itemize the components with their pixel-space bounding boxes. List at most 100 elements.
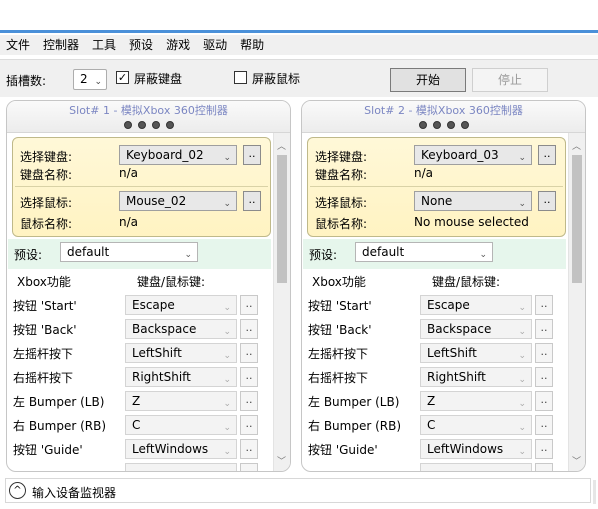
chevron-down-icon: ⌄	[518, 303, 526, 313]
mapping-function-label: 右 Bumper (RB)	[308, 419, 402, 433]
mapping-key-select[interactable]: RightShift ⌄	[420, 367, 532, 387]
menu-file[interactable]: 文件	[6, 35, 30, 55]
slot-panel-2: Slot# 2 - 模拟Xbox 360控制器 选择键盘: Keyboard_03 ⌄…	[301, 100, 586, 472]
menu-presets[interactable]: 预设	[129, 35, 153, 55]
mapping-key-select[interactable]: C ⌄	[125, 415, 237, 435]
mapping-function-label: 左摇杆按下	[13, 347, 74, 361]
mouse-name-label: 鼠标名称:	[315, 217, 368, 231]
scrollbar-thumb[interactable]	[572, 155, 582, 283]
mapping-key-select[interactable]: Z ⌄	[420, 391, 532, 411]
mapping-browse-button[interactable]: ..	[535, 367, 553, 387]
start-button[interactable]: 开始	[390, 68, 466, 92]
mapping-browse-button[interactable]: ..	[535, 439, 553, 459]
mapping-key-select[interactable]: Backspace ⌄	[125, 319, 237, 339]
block-keyboard-checkbox[interactable]: ✓	[116, 71, 129, 84]
mapping-key-select[interactable]: LeftWindows ⌄	[125, 439, 237, 459]
mapping-key-select[interactable]: RightShift ⌄	[125, 367, 237, 387]
column-header-key: 键盘/鼠标键:	[137, 275, 206, 289]
mapping-browse-button[interactable]: ..	[240, 295, 258, 315]
chevron-down-icon: ⌄	[518, 327, 526, 337]
chevron-down-icon: ⌄	[223, 153, 231, 163]
keyboard-select[interactable]: Keyboard_02 ⌄	[119, 145, 237, 165]
mapping-key-select[interactable]: Escape ⌄	[420, 295, 532, 315]
mapping-key-value: LeftWindows	[427, 442, 504, 456]
keyboard-select-value: Keyboard_02	[126, 148, 204, 162]
mapping-key-select[interactable]: LeftWindows ⌄	[420, 439, 532, 459]
slots-select[interactable]: 2 ⌄	[73, 69, 107, 90]
menu-tools[interactable]: 工具	[92, 35, 116, 55]
mouse-name-label: 鼠标名称:	[20, 217, 73, 231]
menu-drivers[interactable]: 驱动	[203, 35, 227, 55]
vertical-scrollbar[interactable]: ︿ ﹀	[568, 133, 585, 471]
mapping-key-value: Z	[132, 394, 141, 408]
slot-content: 选择键盘: Keyboard_02 ⌄.. 键盘名称: n/a 选择鼠标: Mouse_02…	[7, 101, 271, 471]
mapping-key-select[interactable]	[125, 463, 237, 471]
mapping-browse-button[interactable]: ..	[535, 415, 553, 435]
device-selection-box: 选择键盘: Keyboard_02 ⌄.. 键盘名称: n/a 选择鼠标: Mouse_02…	[12, 137, 271, 237]
keyboard-select-label: 选择键盘:	[20, 150, 73, 164]
chevron-down-icon: ⌄	[479, 250, 487, 260]
preset-select-value: default	[362, 245, 405, 259]
mouse-select[interactable]: None ⌄	[414, 191, 532, 211]
keyboard-name-value: n/a	[414, 166, 434, 180]
mapping-browse-button[interactable]: ..	[535, 343, 553, 363]
chevron-up-icon[interactable]: ︿	[277, 139, 286, 152]
mouse-select[interactable]: Mouse_02 ⌄	[119, 191, 237, 211]
chevron-down-icon[interactable]: ﹀	[572, 454, 581, 467]
column-header-xbox: Xbox功能	[312, 275, 366, 289]
mouse-select-label: 选择鼠标:	[315, 196, 368, 210]
chevron-down-icon[interactable]: ﹀	[277, 454, 286, 467]
mouse-browse-button[interactable]: ..	[538, 191, 556, 211]
input-device-monitor-bar[interactable]: ^ 输入设备监视器	[5, 478, 591, 503]
mapping-key-select[interactable]: LeftShift ⌄	[125, 343, 237, 363]
menu-games[interactable]: 游戏	[166, 35, 190, 55]
mapping-key-select[interactable]: Z ⌄	[125, 391, 237, 411]
mouse-select-value: None	[421, 194, 453, 208]
mapping-browse-button[interactable]	[535, 463, 553, 471]
mapping-key-value: LeftWindows	[132, 442, 209, 456]
mapping-browse-button[interactable]: ..	[535, 319, 553, 339]
mapping-browse-button[interactable]: ..	[240, 415, 258, 435]
chevron-up-icon[interactable]: ︿	[572, 139, 581, 152]
mapping-key-value: RightShift	[427, 370, 486, 384]
preset-select[interactable]: default ⌄	[60, 242, 198, 262]
block-mouse-checkbox[interactable]	[234, 71, 247, 84]
mouse-select-value: Mouse_02	[126, 194, 187, 208]
preset-select[interactable]: default ⌄	[355, 242, 493, 262]
mapping-key-select[interactable]: C ⌄	[420, 415, 532, 435]
expand-up-icon[interactable]: ^	[9, 482, 26, 499]
mapping-browse-button[interactable]	[240, 463, 258, 471]
chevron-down-icon: ⌄	[223, 423, 231, 433]
keyboard-select[interactable]: Keyboard_03 ⌄	[414, 145, 532, 165]
keyboard-name-value: n/a	[119, 166, 139, 180]
mapping-key-select[interactable]	[420, 463, 532, 471]
chevron-down-icon: ⌄	[223, 447, 231, 457]
mapping-key-select[interactable]: Backspace ⌄	[420, 319, 532, 339]
mapping-key-value: LeftShift	[427, 346, 477, 360]
mapping-key-select[interactable]: LeftShift ⌄	[420, 343, 532, 363]
column-header-xbox: Xbox功能	[17, 275, 71, 289]
mapping-function-label: 按钮 'Back'	[308, 323, 372, 337]
scrollbar-thumb[interactable]	[277, 155, 287, 283]
mapping-browse-button[interactable]: ..	[240, 319, 258, 339]
chevron-down-icon: ⌄	[518, 447, 526, 457]
device-divider	[15, 186, 268, 187]
mapping-browse-button[interactable]: ..	[240, 367, 258, 387]
device-selection-box: 选择键盘: Keyboard_03 ⌄.. 键盘名称: n/a 选择鼠标: None ⌄.. 鼠…	[307, 137, 566, 237]
mapping-function-label: 左 Bumper (LB)	[308, 395, 400, 409]
mapping-browse-button[interactable]: ..	[240, 343, 258, 363]
mapping-browse-button[interactable]: ..	[240, 391, 258, 411]
chevron-down-icon: ⌄	[94, 77, 102, 87]
block-keyboard-label: 屏蔽键盘	[134, 72, 183, 86]
mouse-browse-button[interactable]: ..	[243, 191, 261, 211]
keyboard-browse-button[interactable]: ..	[243, 145, 261, 165]
vertical-scrollbar[interactable]: ︿ ﹀	[273, 133, 290, 471]
mapping-browse-button[interactable]: ..	[535, 295, 553, 315]
keyboard-browse-button[interactable]: ..	[538, 145, 556, 165]
stop-button[interactable]: 停止	[472, 68, 548, 92]
menu-controller[interactable]: 控制器	[43, 35, 79, 55]
mapping-key-select[interactable]: Escape ⌄	[125, 295, 237, 315]
mapping-browse-button[interactable]: ..	[240, 439, 258, 459]
mapping-browse-button[interactable]: ..	[535, 391, 553, 411]
menu-help[interactable]: 帮助	[240, 35, 264, 55]
